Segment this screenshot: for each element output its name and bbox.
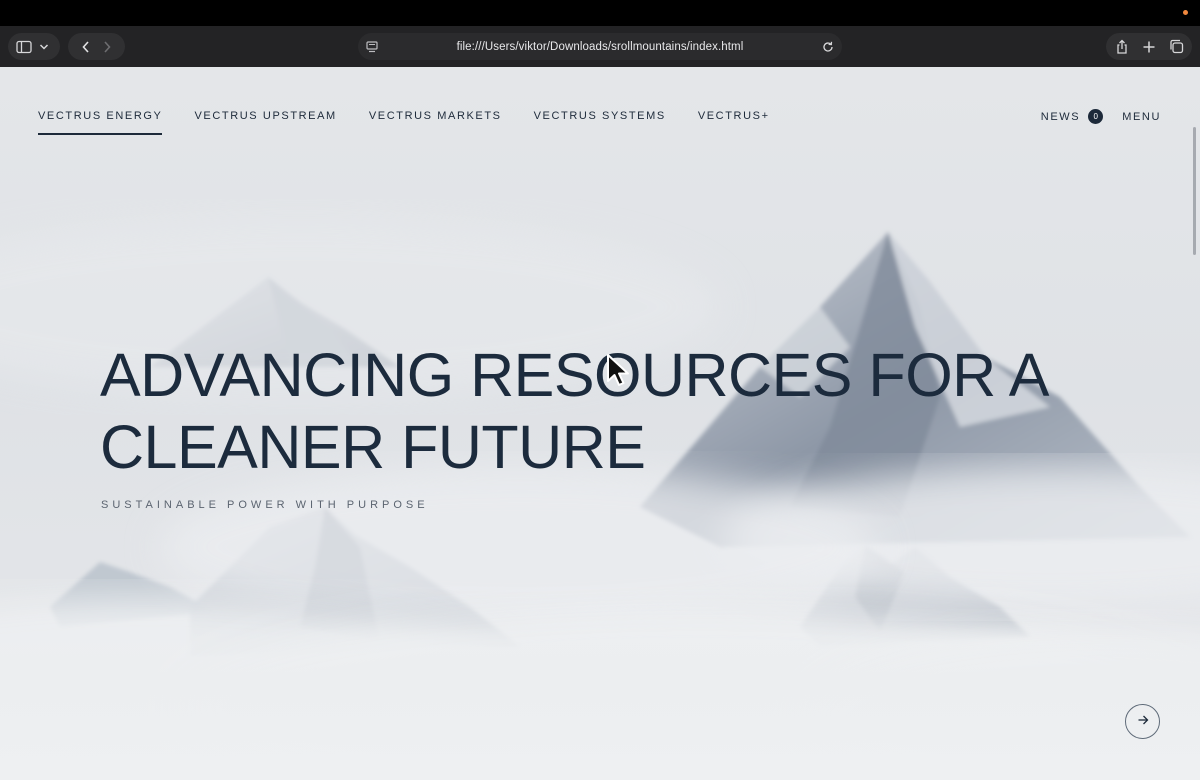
forward-icon[interactable] — [99, 39, 115, 55]
utility-navigation: NEWS 0 MENU — [1041, 109, 1161, 124]
hero-subtitle: SUSTAINABLE POWER WITH PURPOSE — [101, 499, 429, 511]
tabs-icon[interactable] — [1168, 39, 1184, 55]
window-top-bar — [0, 0, 1200, 26]
mouse-cursor-icon — [607, 354, 629, 386]
nav-item-vectrus-energy[interactable]: VECTRUS ENERGY — [38, 110, 163, 135]
plus-icon[interactable] — [1141, 39, 1157, 55]
news-count-badge[interactable]: 0 — [1088, 109, 1104, 124]
main-navigation: VECTRUS ENERGY VECTRUS UPSTREAM VECTRUS … — [38, 110, 802, 135]
toolbar-actions — [1106, 33, 1192, 60]
news-link[interactable]: NEWS — [1041, 111, 1080, 123]
history-navigation — [68, 33, 125, 60]
nav-item-vectrus-plus[interactable]: VECTRUS+ — [698, 110, 770, 132]
url-text[interactable]: file:///Users/viktor/Downloads/srollmoun… — [457, 41, 744, 53]
next-slide-button[interactable] — [1125, 704, 1160, 739]
page-scrollbar[interactable] — [1193, 127, 1196, 255]
address-bar[interactable]: file:///Users/viktor/Downloads/srollmoun… — [358, 33, 842, 60]
browser-toolbar: file:///Users/viktor/Downloads/srollmoun… — [0, 26, 1200, 68]
nav-item-vectrus-markets[interactable]: VECTRUS MARKETS — [369, 110, 502, 132]
chevron-down-icon[interactable] — [36, 39, 52, 55]
hero-title: ADVANCING RESOURCES FOR A CLEANER FUTURE — [100, 341, 1046, 481]
sidebar-toggle-group — [8, 33, 60, 60]
notification-dot — [1183, 10, 1188, 15]
arrow-right-icon — [1137, 713, 1149, 731]
nav-item-vectrus-upstream[interactable]: VECTRUS UPSTREAM — [194, 110, 336, 132]
page-viewport: VECTRUS ENERGY VECTRUS UPSTREAM VECTRUS … — [0, 67, 1200, 780]
page-icon[interactable] — [364, 39, 380, 55]
share-icon[interactable] — [1114, 39, 1130, 55]
back-icon[interactable] — [78, 39, 94, 55]
menu-button[interactable]: MENU — [1122, 111, 1161, 123]
reload-icon[interactable] — [820, 39, 836, 55]
nav-item-vectrus-systems[interactable]: VECTRUS SYSTEMS — [534, 110, 666, 132]
sidebar-icon[interactable] — [16, 39, 32, 55]
